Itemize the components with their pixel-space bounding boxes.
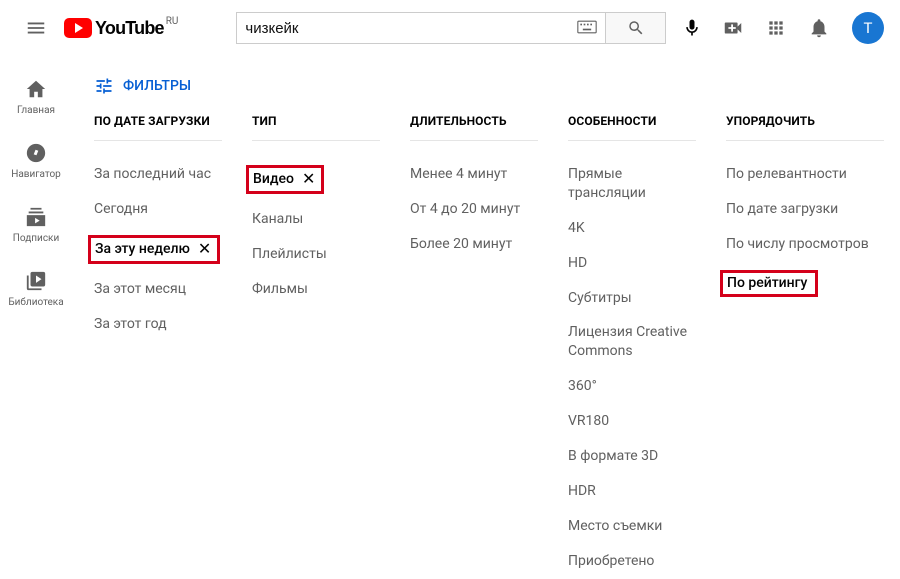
- filter-option-selected[interactable]: Видео ✕: [252, 157, 380, 202]
- hamburger-icon: [25, 17, 47, 39]
- filter-option[interactable]: Менее 4 минут: [410, 157, 538, 192]
- filter-option[interactable]: Сегодня: [94, 192, 222, 227]
- filters-toggle-button[interactable]: ФИЛЬТРЫ: [94, 70, 884, 114]
- filters-label: ФИЛЬТРЫ: [123, 78, 191, 94]
- filter-option[interactable]: По релевантности: [726, 157, 884, 192]
- compass-icon: [25, 142, 47, 164]
- youtube-play-icon: [64, 18, 92, 38]
- filter-col-sort: УПОРЯДОЧИТЬ По релевантности По дате заг…: [726, 114, 884, 579]
- filter-option[interactable]: По числу просмотров: [726, 227, 884, 262]
- avatar-initial: T: [864, 19, 873, 37]
- filter-col-duration: ДЛИТЕЛЬНОСТЬ Менее 4 минут От 4 до 20 ми…: [410, 114, 568, 579]
- filter-option[interactable]: Субтитры: [568, 281, 696, 316]
- avatar[interactable]: T: [852, 12, 884, 44]
- filter-col-features: ОСОБЕННОСТИ Прямые трансляции 4K HD Субт…: [568, 114, 726, 579]
- filter-option[interactable]: Каналы: [252, 202, 380, 237]
- filter-option-label: Видео: [253, 170, 294, 189]
- sidebar: Главная Навигатор Подписки Библиотека: [0, 56, 72, 579]
- filter-option-selected[interactable]: За эту неделю ✕: [94, 227, 222, 272]
- menu-button[interactable]: [16, 8, 56, 48]
- filter-option[interactable]: Плейлисты: [252, 237, 380, 272]
- filter-option[interactable]: За этот месяц: [94, 272, 222, 307]
- search-box: [236, 12, 606, 44]
- filter-option-label: За эту неделю: [95, 240, 190, 259]
- filter-option[interactable]: 360°: [568, 369, 696, 404]
- body: Главная Навигатор Подписки Библиотека ФИ…: [0, 56, 900, 579]
- sidebar-item-library[interactable]: Библиотека: [0, 256, 72, 320]
- apps-button[interactable]: [766, 18, 786, 38]
- keyboard-icon[interactable]: [577, 19, 597, 38]
- header-actions: T: [722, 12, 884, 44]
- filter-option[interactable]: Более 20 минут: [410, 227, 538, 262]
- header: YouTube RU T: [0, 0, 900, 56]
- filter-option[interactable]: Фильмы: [252, 272, 380, 307]
- filter-option[interactable]: Лицензия Creative Commons: [568, 315, 696, 369]
- home-icon: [25, 78, 47, 100]
- sidebar-item-home[interactable]: Главная: [0, 64, 72, 128]
- tune-icon: [94, 76, 114, 96]
- main: ФИЛЬТРЫ ПО ДАТЕ ЗАГРУЗКИ За последний ча…: [72, 56, 900, 579]
- sidebar-item-label: Главная: [17, 105, 55, 116]
- microphone-icon: [682, 18, 702, 38]
- sidebar-item-subscriptions[interactable]: Подписки: [0, 192, 72, 256]
- subscriptions-icon: [25, 206, 47, 228]
- search-wrap: [236, 8, 712, 48]
- filter-columns: ПО ДАТЕ ЗАГРУЗКИ За последний час Сегодн…: [94, 114, 884, 579]
- filter-col-header: ДЛИТЕЛЬНОСТЬ: [410, 114, 538, 141]
- logo-text: YouTube: [95, 18, 164, 39]
- filter-option[interactable]: 4K: [568, 211, 696, 246]
- filter-option[interactable]: Приобретено: [568, 544, 696, 579]
- filter-col-header: ПО ДАТЕ ЗАГРУЗКИ: [94, 114, 222, 141]
- bell-icon: [808, 17, 830, 39]
- notifications-button[interactable]: [808, 17, 830, 39]
- filter-col-header: ОСОБЕННОСТИ: [568, 114, 696, 141]
- filter-col-header: ТИП: [252, 114, 380, 141]
- filter-option[interactable]: Прямые трансляции: [568, 157, 696, 211]
- library-icon: [25, 270, 47, 292]
- filter-option[interactable]: От 4 до 20 минут: [410, 192, 538, 227]
- filter-col-header: УПОРЯДОЧИТЬ: [726, 114, 884, 141]
- sidebar-item-label: Подписки: [13, 233, 59, 244]
- filter-option[interactable]: По дате загрузки: [726, 192, 884, 227]
- search-input[interactable]: [245, 20, 577, 37]
- filter-option[interactable]: VR180: [568, 404, 696, 439]
- video-plus-icon: [722, 17, 744, 39]
- filter-option[interactable]: За этот год: [94, 307, 222, 342]
- create-button[interactable]: [722, 17, 744, 39]
- filter-col-type: ТИП Видео ✕ Каналы Плейлисты Фильмы: [252, 114, 410, 579]
- close-icon[interactable]: ✕: [302, 171, 315, 187]
- sidebar-item-explore[interactable]: Навигатор: [0, 128, 72, 192]
- youtube-logo[interactable]: YouTube RU: [64, 18, 178, 39]
- search-icon: [627, 19, 645, 37]
- sidebar-item-label: Навигатор: [11, 169, 61, 180]
- close-icon[interactable]: ✕: [198, 241, 211, 257]
- filter-option[interactable]: По рейтингу: [726, 262, 884, 305]
- voice-search-button[interactable]: [672, 8, 712, 48]
- logo-region: RU: [166, 16, 179, 27]
- filter-option[interactable]: В формате 3D: [568, 439, 696, 474]
- filter-option[interactable]: Место съемки: [568, 509, 696, 544]
- apps-grid-icon: [766, 18, 786, 38]
- filter-option[interactable]: За последний час: [94, 157, 222, 192]
- filter-option[interactable]: HDR: [568, 474, 696, 509]
- sidebar-item-label: Библиотека: [8, 297, 63, 308]
- filter-option[interactable]: HD: [568, 246, 696, 281]
- search-button[interactable]: [606, 12, 666, 44]
- filter-col-upload-date: ПО ДАТЕ ЗАГРУЗКИ За последний час Сегодн…: [94, 114, 252, 579]
